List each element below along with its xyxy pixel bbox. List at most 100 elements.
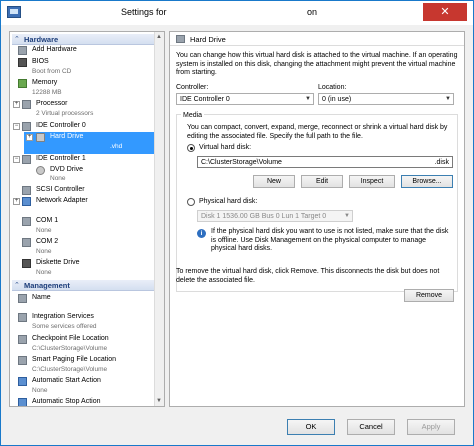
tree-item-bios[interactable]: BIOS Boot from CD [12,57,154,78]
bios-icon [18,58,27,67]
tree-item-network-adapter[interactable]: + Network Adapter [12,196,154,208]
tree-item-dvd-drive[interactable]: DVD Drive None [12,165,154,185]
tree-item-label: Processor [36,100,68,107]
tree-item-ide-controller-0[interactable]: − IDE Controller 0 [12,121,154,132]
tree-item-add-hardware[interactable]: Add Hardware [12,45,154,57]
cancel-button[interactable]: Cancel [347,419,395,435]
chevron-down-icon: ▼ [445,96,451,102]
collapse-icon[interactable]: − [13,123,20,130]
network-adapter-icon [22,197,31,206]
vhd-path-value: C:\ClusterStorage\Volume [201,159,282,166]
hardware-section-header[interactable]: ⌃ Hardware [12,34,154,45]
tree-item-automatic-stop-action[interactable]: Automatic Stop Action [12,397,154,406]
panel-header: Hard Drive [170,32,464,46]
tree-item-com-2[interactable]: COM 2 None [12,237,154,258]
tree-item-smart-paging-file-location[interactable]: Smart Paging File Location C:\ClusterSto… [12,355,154,376]
start-action-icon [18,377,27,386]
remove-note: To remove the virtual hard disk, click R… [176,268,440,284]
hard-drive-settings-panel: Hard Drive You can change how this virtu… [169,31,465,407]
virtual-hard-disk-radio[interactable] [187,144,195,152]
tree-item-sublabel: 12288 MB [32,89,62,96]
tree-item-label: COM 1 [36,217,59,224]
window-title-suffix: on [307,7,318,17]
tree-item-label: Name [32,294,51,301]
media-label: Media [181,112,205,121]
tree-item-sublabel: None [36,269,52,276]
panel-title: Hard Drive [190,35,226,44]
tree-item-label: Network Adapter [36,197,88,204]
tree-item-name[interactable]: Name [12,293,154,305]
tree-item-label: Automatic Start Action [32,377,101,384]
tree-item-sublabel: None [36,248,52,255]
ide-controller-icon [22,155,31,164]
collapse-icon[interactable]: − [13,156,20,163]
tree-item-processor[interactable]: + Processor 2 Virtual processors [12,99,154,121]
checkpoint-icon [18,335,27,344]
collapse-chevron-icon[interactable]: ⌃ [14,281,20,289]
location-label: Location: [318,84,347,91]
close-button[interactable]: ✕ [423,3,467,21]
apply-button[interactable]: Apply [407,419,455,435]
tree-item-label: Smart Paging File Location [32,356,117,363]
media-description: You can compact, convert, expand, merge,… [187,124,448,140]
tree-item-label: Diskette Drive [36,259,80,266]
tree-item-diskette-drive[interactable]: Diskette Drive None [12,258,154,279]
tree-item-sublabel: C:\ClusterStorage\Volume [32,366,108,373]
tree-item-ide-controller-1[interactable]: − IDE Controller 1 [12,154,154,165]
tree-item-scsi-controller[interactable]: SCSI Controller [12,185,154,196]
browse-button[interactable]: Browse... [401,175,453,188]
edit-button[interactable]: Edit [301,175,343,188]
expand-icon[interactable]: + [26,134,33,141]
inspect-button[interactable]: Inspect [349,175,395,188]
remove-button[interactable]: Remove [404,289,454,302]
diskette-drive-icon [22,259,31,268]
scsi-controller-icon [22,186,31,195]
controller-value: IDE Controller 0 [180,96,230,103]
virtual-hard-disk-label: Virtual hard disk: [199,144,252,151]
controller-select[interactable]: IDE Controller 0 ▼ [176,93,314,105]
tree-item-checkpoint-file-location[interactable]: Checkpoint File Location C:\ClusterStora… [12,334,154,355]
chevron-down-icon: ▼ [344,213,350,219]
window-title: Settings for [121,7,167,17]
expand-icon[interactable]: + [13,101,20,108]
tree-item-label: Integration Services [32,313,94,320]
tree-item-memory[interactable]: Memory 12288 MB [12,78,154,99]
title-bar: Settings for on ✕ [1,1,473,25]
add-hardware-icon [18,46,27,55]
tree-item-label: Automatic Stop Action [32,398,101,405]
hard-drive-icon [176,35,185,43]
management-section-header[interactable]: ⌃ Management [12,280,154,291]
tree-item-label: SCSI Controller [36,186,85,193]
ok-button[interactable]: OK [287,419,335,435]
com-port-icon [22,238,31,247]
tree-item-hard-drive[interactable]: + Hard Drive .vhd [24,132,154,154]
physical-disk-select[interactable]: Disk 1 1536.00 GB Bus 0 Lun 1 Target 0 ▼ [197,210,353,222]
tree-item-integration-services[interactable]: Integration Services Some services offer… [12,312,154,333]
location-select[interactable]: 0 (in use) ▼ [318,93,454,105]
tree-item-sublabel: None [50,175,66,182]
tree-item-label: Hard Drive [50,133,84,140]
tree-item-label: IDE Controller 0 [36,122,86,129]
scroll-down-icon[interactable]: ▼ [156,398,162,404]
com-port-icon [22,217,31,226]
vhd-path-field[interactable]: C:\ClusterStorage\Volume .disk [197,156,453,168]
processor-icon [22,100,31,109]
media-groupbox: Media You can compact, convert, expand, … [176,112,458,292]
tree-item-label: COM 2 [36,238,59,245]
scroll-up-icon[interactable]: ▲ [156,34,162,40]
physical-hard-disk-radio[interactable] [187,198,195,206]
collapse-chevron-icon[interactable]: ⌃ [14,35,20,43]
tree-item-label: IDE Controller 1 [36,155,86,162]
tree-scrollbar[interactable]: ▲ ▼ [154,32,164,406]
tree-item-label: DVD Drive [50,166,84,173]
physical-disk-value: Disk 1 1536.00 GB Bus 0 Lun 1 Target 0 [201,213,327,220]
tree-item-label: BIOS [32,58,49,65]
tree-item-automatic-start-action[interactable]: Automatic Start Action None [12,376,154,397]
settings-tree: ▲ ▼ ⌃ Hardware Add Hardware BIOS Boot fr… [9,31,165,407]
tree-item-label: Checkpoint File Location [32,335,109,342]
integration-services-icon [18,313,27,322]
tree-item-com-1[interactable]: COM 1 None [12,216,154,237]
smart-paging-icon [18,356,27,365]
new-button[interactable]: New [253,175,295,188]
expand-icon[interactable]: + [13,198,20,205]
